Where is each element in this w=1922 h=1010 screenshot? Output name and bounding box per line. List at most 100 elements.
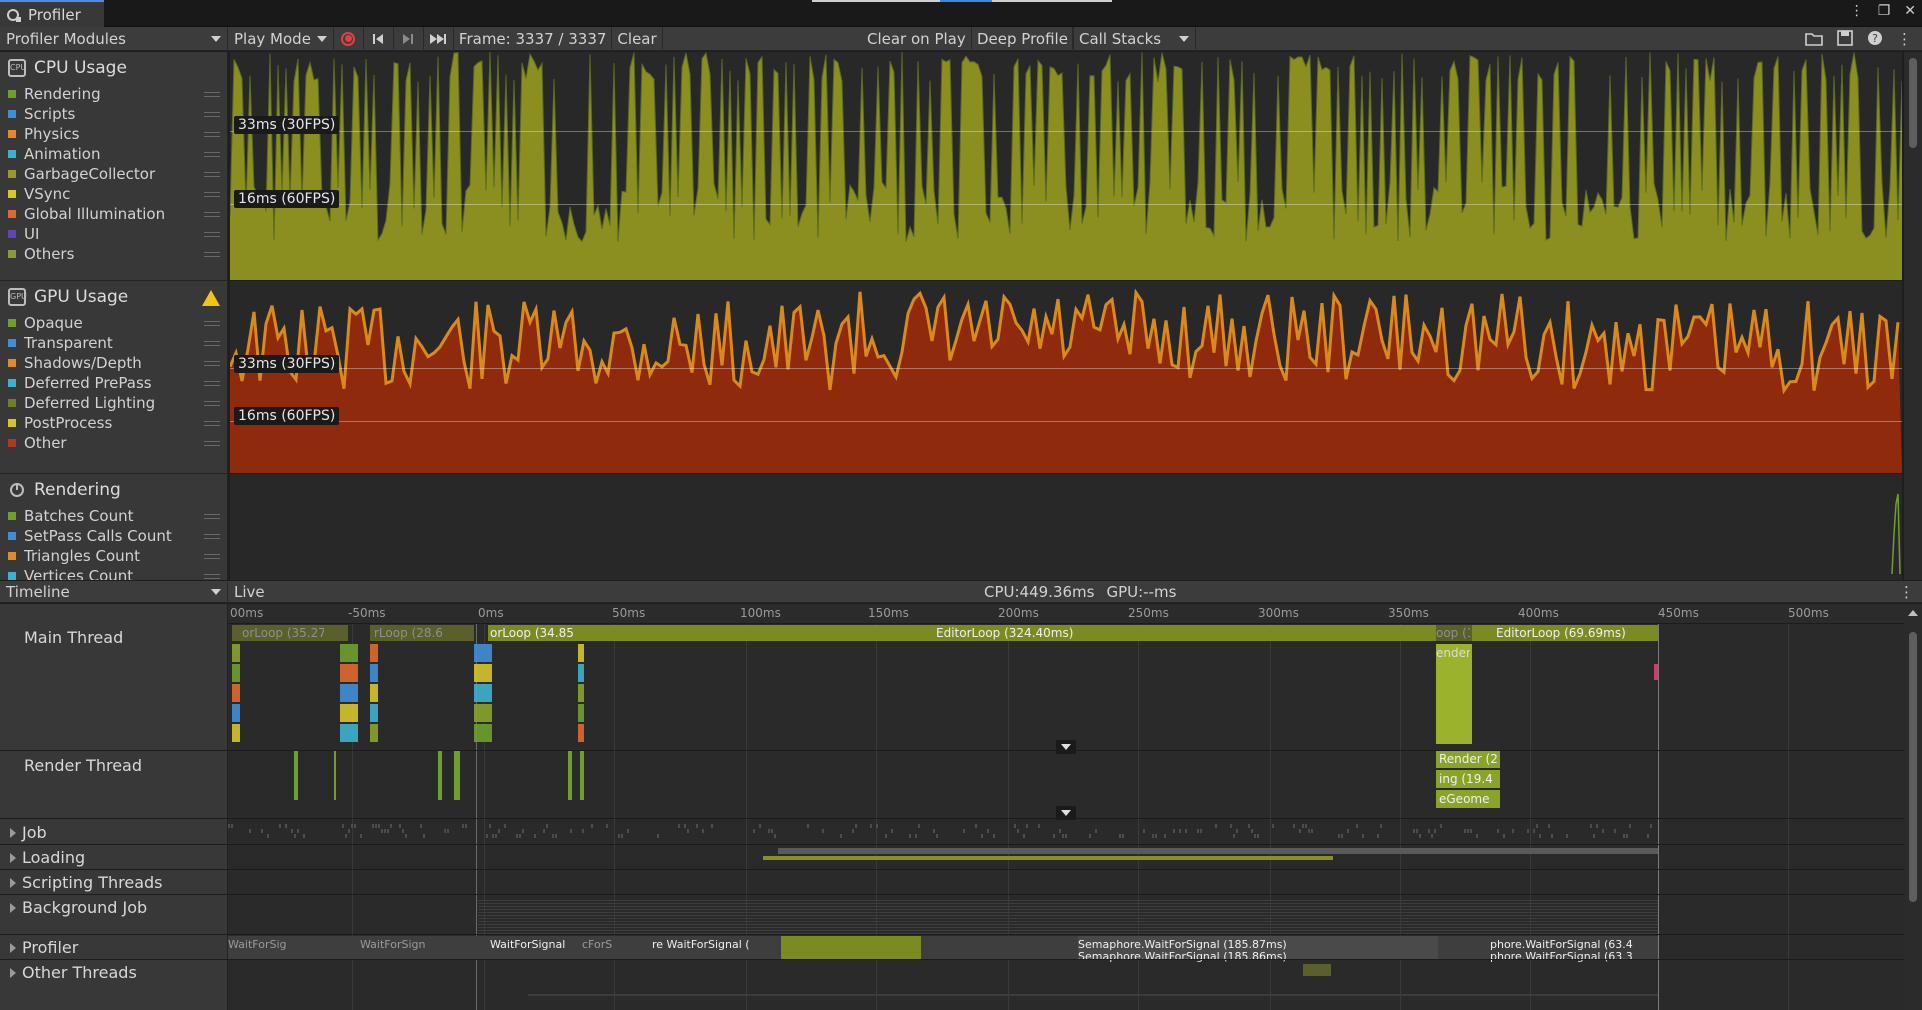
drag-handle-icon[interactable]	[204, 131, 220, 137]
rendering-legend-item[interactable]: Batches Count	[8, 506, 220, 526]
timeline-view[interactable]: Main Thread Render Thread Job Loading Sc…	[0, 604, 1922, 1010]
sample-label[interactable]: WaitForSign	[360, 938, 440, 951]
drag-handle-icon[interactable]	[204, 573, 220, 579]
current-frame-button[interactable]	[424, 26, 454, 51]
record-button[interactable]	[334, 26, 364, 51]
gpu-usage-module[interactable]: GPU GPU Usage Opaque Transparent Shadows/D…	[0, 281, 228, 474]
expand-main-thread-button[interactable]	[1056, 740, 1076, 754]
rendering-module[interactable]: Rendering Batches Count SetPass Calls Cou…	[0, 474, 228, 580]
cpu-usage-chart[interactable]: 33ms (30FPS) 16ms (60FPS)	[230, 52, 1902, 280]
gpu-legend-item[interactable]: Other	[8, 433, 220, 453]
sample-label[interactable]: WaitForSig	[228, 938, 298, 951]
sample-label[interactable]: rLoop (28.6	[374, 626, 446, 640]
drag-handle-icon[interactable]	[204, 251, 220, 257]
cpu-usage-module[interactable]: CPU CPU Usage Rendering Scripts Physics Ani…	[0, 52, 228, 281]
drag-handle-icon[interactable]	[204, 553, 220, 559]
drag-handle-icon[interactable]	[204, 111, 220, 117]
drag-handle-icon[interactable]	[204, 380, 220, 386]
cpu-legend-item[interactable]: Global Illumination	[8, 204, 220, 224]
thread-main[interactable]: Main Thread	[24, 628, 252, 647]
time-ruler[interactable]: 00ms -50ms 0ms 50ms 100ms 150ms 200ms 250ms 300m…	[228, 604, 1904, 624]
more-icon[interactable]: ⋮	[1850, 3, 1864, 19]
first-frame-button[interactable]	[364, 26, 394, 51]
cpu-legend-item[interactable]: UI	[8, 224, 220, 244]
thread-group-scripting[interactable]: Scripting Threads	[10, 873, 238, 892]
cpu-legend-item[interactable]: Scripts	[8, 104, 220, 124]
clear-button[interactable]: Clear	[612, 26, 663, 51]
cpu-legend-item[interactable]: Rendering	[8, 84, 220, 104]
drag-handle-icon[interactable]	[204, 191, 220, 197]
gpu-legend-item[interactable]: PostProcess	[8, 413, 220, 433]
live-toggle[interactable]: Live	[228, 583, 271, 601]
gpu-legend-item[interactable]: Opaque	[8, 313, 220, 333]
drag-handle-icon[interactable]	[204, 320, 220, 326]
sample-label[interactable]: orLoop (34.85	[490, 626, 580, 640]
help-icon[interactable]: ?	[1867, 30, 1883, 46]
gpu-legend-item[interactable]: Deferred Lighting	[8, 393, 220, 413]
drag-handle-icon[interactable]	[204, 440, 220, 446]
thread-group-loading[interactable]: Loading	[10, 848, 238, 867]
load-icon[interactable]	[1805, 30, 1823, 46]
next-frame-button[interactable]	[394, 26, 424, 51]
tab-profiler[interactable]: Profiler	[0, 0, 104, 27]
thread-group-background[interactable]: Background Job	[10, 898, 238, 917]
timeline-scrollbar[interactable]	[1904, 604, 1922, 1010]
rendering-legend-item[interactable]: Vertices Count	[8, 566, 220, 580]
cpu-legend-item[interactable]: Physics	[8, 124, 220, 144]
gpu-legend-item[interactable]: Shadows/Depth	[8, 353, 220, 373]
sample-label[interactable]: oop (1	[1436, 626, 1470, 640]
cpu-legend-item[interactable]: Others	[8, 244, 220, 264]
cpu-legend-item[interactable]: GarbageCollector	[8, 164, 220, 184]
sample-label[interactable]: ing (19.4	[1439, 772, 1501, 786]
sample-label[interactable]: re WaitForSignal (	[652, 938, 764, 951]
drag-handle-icon[interactable]	[204, 420, 220, 426]
sample-label[interactable]: orLoop (35.27	[242, 626, 324, 640]
sample-label[interactable]: Semaphore.WaitForSignal (185.86ms)	[1078, 950, 1318, 963]
profiler-modules-dropdown[interactable]: Profiler Modules	[0, 26, 228, 51]
drag-handle-icon[interactable]	[204, 151, 220, 157]
close-icon[interactable]: ✕	[1904, 3, 1916, 19]
deep-profile-button[interactable]: Deep Profile	[972, 26, 1074, 51]
maximize-icon[interactable]: ❐	[1878, 3, 1891, 19]
rendering-legend-item[interactable]: SetPass Calls Count	[8, 526, 220, 546]
thread-group-profiler[interactable]: Profiler	[10, 938, 238, 957]
thread-group-other[interactable]: Other Threads	[10, 963, 238, 982]
scrollbar-thumb[interactable]	[1909, 632, 1917, 902]
sample-label[interactable]: cForS	[582, 938, 624, 951]
sample-label[interactable]: phore.WaitForSignal (63.3	[1490, 950, 1656, 963]
sample-label[interactable]: Render (2	[1439, 752, 1501, 766]
drag-handle-icon[interactable]	[204, 400, 220, 406]
gpu-usage-chart[interactable]: 33ms (30FPS) 16ms (60FPS)	[230, 281, 1902, 473]
scrollbar-thumb[interactable]	[1909, 58, 1917, 148]
timeline-tracks[interactable]: orLoop (35.27 rLoop (28.6 orLoop (34.85 …	[228, 624, 1904, 1010]
drag-handle-icon[interactable]	[204, 91, 220, 97]
play-mode-dropdown[interactable]: Play Mode	[228, 26, 334, 51]
drag-handle-icon[interactable]	[204, 171, 220, 177]
save-icon[interactable]	[1837, 30, 1853, 46]
sample-label[interactable]: WaitForSignal	[490, 938, 576, 951]
sample-label[interactable]: EditorLoop (69.69ms)	[1496, 626, 1646, 640]
drag-handle-icon[interactable]	[204, 533, 220, 539]
warning-icon[interactable]	[202, 290, 220, 306]
sample-label[interactable]: ender	[1436, 646, 1470, 660]
drag-handle-icon[interactable]	[204, 340, 220, 346]
drag-handle-icon[interactable]	[204, 513, 220, 519]
scroll-up-icon[interactable]	[1908, 610, 1918, 616]
clear-on-play-button[interactable]: Clear on Play	[862, 26, 972, 51]
rendering-legend-item[interactable]: Triangles Count	[8, 546, 220, 566]
drag-handle-icon[interactable]	[204, 231, 220, 237]
drag-handle-icon[interactable]	[204, 211, 220, 217]
charts-scrollbar[interactable]	[1904, 52, 1922, 580]
drag-handle-icon[interactable]	[204, 360, 220, 366]
sample-label[interactable]: EditorLoop (324.40ms)	[936, 626, 1126, 640]
more-icon[interactable]: ⋮	[1899, 583, 1914, 601]
sample-label[interactable]: eGeome	[1439, 792, 1501, 806]
gpu-legend-item[interactable]: Transparent	[8, 333, 220, 353]
gpu-legend-item[interactable]: Deferred PrePass	[8, 373, 220, 393]
call-stacks-dropdown[interactable]: Call Stacks	[1072, 26, 1197, 51]
more-icon[interactable]: ⋮	[1897, 30, 1912, 48]
rendering-chart[interactable]	[230, 474, 1902, 580]
thread-render[interactable]: Render Thread	[24, 756, 252, 775]
view-mode-dropdown[interactable]: Timeline	[0, 580, 228, 603]
cpu-legend-item[interactable]: Animation	[8, 144, 220, 164]
